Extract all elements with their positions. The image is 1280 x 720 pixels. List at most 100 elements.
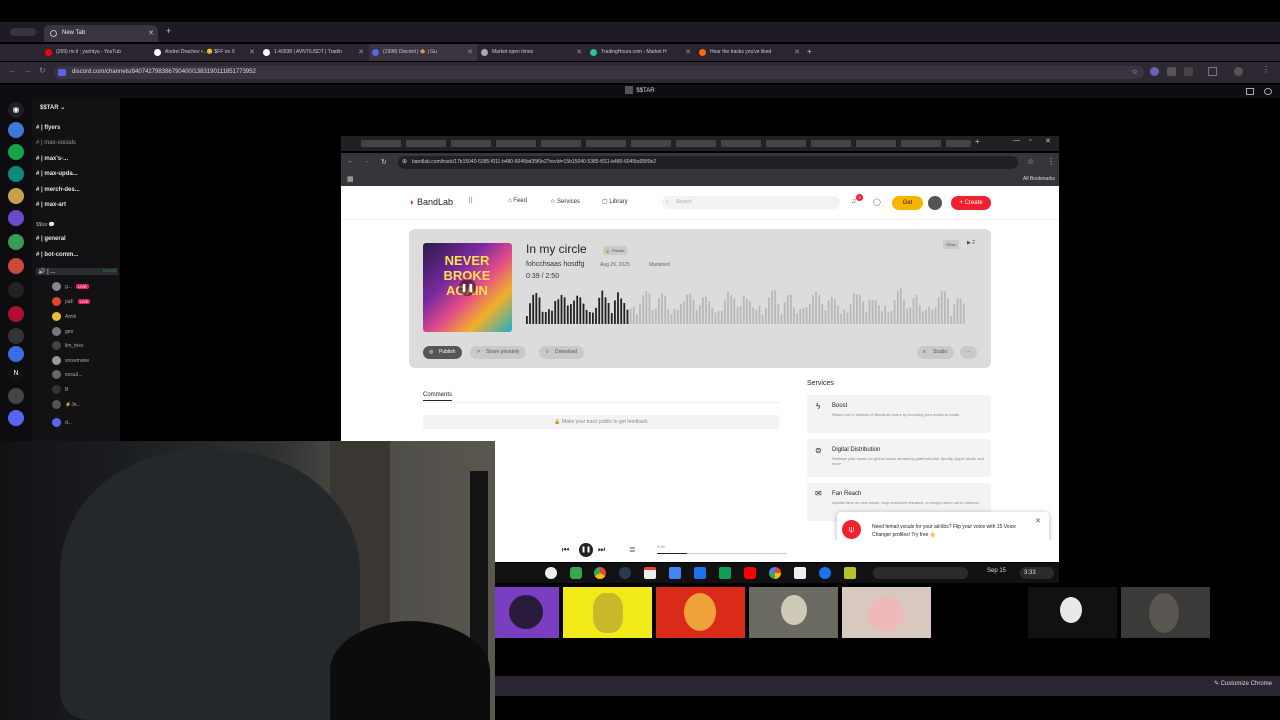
user-panel[interactable]: d... [52, 418, 72, 427]
waveform[interactable] [526, 284, 966, 324]
get-button[interactable]: Get [892, 196, 923, 210]
channel-max-socials[interactable]: # | max-socials [36, 140, 76, 146]
close-tab-icon[interactable]: ✕ [576, 44, 582, 61]
channel-merch-designs[interactable]: # | merch-des... [36, 187, 80, 193]
previous-icon[interactable]: ⏮ [562, 545, 569, 555]
server-icon[interactable] [8, 210, 24, 226]
messages-icon[interactable]: ◯ [873, 198, 881, 206]
gmail-icon[interactable] [644, 567, 656, 579]
menu-icon[interactable]: ⋮ [1047, 157, 1055, 166]
download-button[interactable]: ⇩ Download [539, 346, 585, 359]
album-cover[interactable]: NEVER BROKE AGAIN ❚❚ [423, 243, 512, 332]
tab-discord[interactable]: (1998) Discord | 🐵 | Gu ✕ [369, 44, 477, 61]
track-artist[interactable]: fohcchsaas hosdfg [526, 261, 584, 268]
new-tab-icon[interactable]: + [166, 26, 171, 36]
outer-url-input[interactable]: discord.com/channels/840742798386790400/… [54, 66, 1144, 79]
close-tab-icon[interactable]: ✕ [358, 44, 364, 61]
pause-button[interactable]: ❚❚ [579, 543, 593, 557]
stream-thumbnail[interactable] [842, 587, 931, 638]
play-store-icon[interactable] [794, 567, 806, 579]
help-icon[interactable] [1264, 88, 1272, 95]
files-icon[interactable] [694, 567, 706, 579]
voice-channel[interactable]: 🔊 | ... 9:37:05 [36, 268, 118, 275]
discord-home-icon[interactable]: ◉ [8, 102, 24, 118]
server-icon[interactable] [8, 306, 24, 322]
bookmark-star-icon[interactable]: ☆ [1132, 66, 1138, 79]
stream-thumbnail[interactable] [495, 587, 559, 638]
menu-icon[interactable]: ⋮ [1262, 65, 1270, 74]
close-tab-icon[interactable]: ✕ [685, 44, 691, 61]
nav-feed[interactable]: ⌂ Feed [508, 198, 527, 204]
channel-max-updates[interactable]: # | max-upda... [36, 171, 78, 177]
queue-icon[interactable]: ≣ [629, 545, 636, 554]
star-icon[interactable]: ☆ [1027, 157, 1034, 166]
stream-thumbnail[interactable] [1121, 587, 1210, 638]
active-tab[interactable]: New Tab ✕ [44, 25, 158, 42]
tab-tradinghours[interactable]: TradingHours.com - Market H ✕ [587, 44, 695, 61]
voice-user[interactable]: snowmane [52, 356, 89, 365]
minimize-icon[interactable]: — [1013, 137, 1020, 144]
studio-button[interactable]: ≡ Studio [917, 346, 955, 359]
server-icon[interactable] [8, 144, 24, 160]
calendar-icon[interactable] [669, 567, 681, 579]
steam-icon[interactable] [619, 567, 631, 579]
date-label[interactable]: Sep 15 [987, 568, 1006, 574]
voice-user[interactable]: lim_trixx [52, 341, 83, 350]
publish-button[interactable]: ◎ Publish [423, 346, 463, 359]
server-icon[interactable] [8, 282, 24, 298]
all-bookmarks[interactable]: All Bookmarks [1023, 176, 1055, 182]
system-tray[interactable] [873, 567, 968, 579]
channel-max-art[interactable]: # | max-art [36, 202, 66, 208]
inner-url-input[interactable]: ⊕ bandlab.com/track/17b15040-5385-f011-b4… [398, 156, 1018, 169]
stream-thumbnail[interactable] [935, 587, 1024, 638]
player-progress-track[interactable] [657, 553, 787, 554]
app-grid-icon[interactable] [570, 567, 582, 579]
tab-market[interactable]: Market open times ✕ [478, 44, 586, 61]
customize-chrome-button[interactable]: ✎ Customize Chrome [1214, 680, 1272, 687]
grid-icon[interactable]: ⠿ [468, 197, 473, 205]
inbox-icon[interactable] [1246, 88, 1254, 95]
youtube-icon[interactable] [744, 567, 756, 579]
share-privately-button[interactable]: ↗ Share privately [470, 346, 527, 359]
next-icon[interactable]: ⏭ [598, 545, 605, 555]
channel-general[interactable]: # | general [36, 236, 66, 242]
stream-thumbnail[interactable] [656, 587, 745, 638]
more-options-icon[interactable]: ··· [960, 346, 977, 359]
server-icon[interactable] [8, 388, 24, 404]
nav-services[interactable]: ☆ Services [550, 198, 580, 205]
server-icon[interactable] [8, 122, 24, 138]
server-icon[interactable] [8, 410, 24, 426]
stream-thumbnail[interactable] [563, 587, 652, 638]
voice-user[interactable]: Amiri [52, 312, 76, 321]
tab-comments[interactable]: Comments [423, 392, 453, 401]
server-icon[interactable] [8, 258, 24, 274]
messages-icon[interactable] [819, 567, 831, 579]
apps-icon[interactable]: ▦ [347, 175, 354, 183]
reload-icon[interactable]: ↻ [39, 66, 46, 75]
create-button[interactable]: + Create [951, 196, 991, 210]
profile-icon[interactable] [1234, 67, 1243, 76]
nav-library[interactable]: ▢ Library [602, 198, 628, 205]
category-label[interactable]: $$tar 💬 [36, 222, 55, 228]
terminal-icon[interactable] [844, 567, 856, 579]
server-icon[interactable] [8, 328, 24, 344]
photos-icon[interactable] [769, 567, 781, 579]
service-boost[interactable]: ϟ Boost Reach out to millions of BandLab… [807, 395, 991, 433]
extension-icon[interactable] [1167, 67, 1176, 76]
close-tab-icon[interactable]: ✕ [249, 44, 255, 61]
close-tab-icon[interactable]: ✕ [794, 44, 800, 61]
voice-user[interactable]: g... LIVE [52, 282, 89, 291]
server-icon[interactable]: N [8, 366, 24, 382]
new-tab-icon[interactable]: + [807, 47, 812, 56]
voice-user[interactable]: ⚡Je... [52, 400, 81, 409]
close-tab-icon[interactable]: ✕ [148, 25, 154, 42]
tab-tradingview[interactable]: 1.40938 | AVNT/USDT | Tradin ✕ [260, 44, 368, 61]
stream-thumbnail[interactable] [1028, 587, 1117, 638]
reload-icon[interactable]: ↻ [381, 158, 387, 166]
channel-bot-commands[interactable]: # | bot-comm... [36, 252, 78, 258]
server-icon[interactable] [8, 166, 24, 182]
back-icon[interactable]: ← [8, 66, 16, 75]
channel-flyers[interactable]: # | flyers [36, 125, 60, 131]
stream-thumbnail[interactable] [749, 587, 838, 638]
server-icon[interactable] [8, 234, 24, 250]
